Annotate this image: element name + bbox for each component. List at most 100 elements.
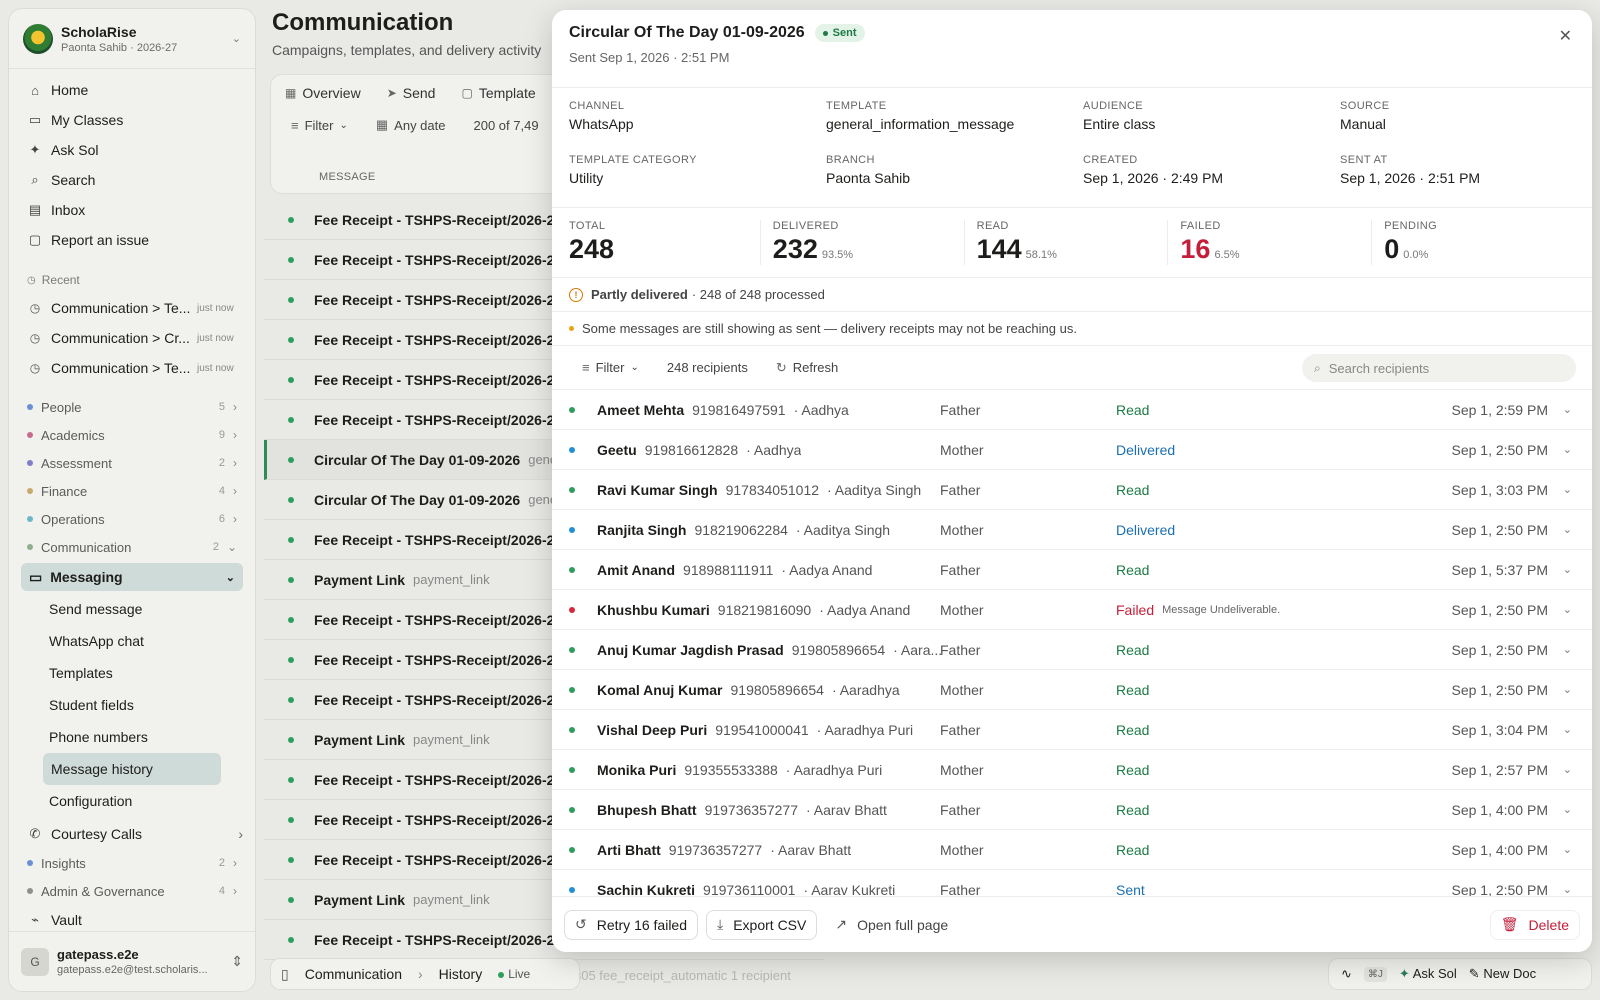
chevron-down-icon[interactable]: ⌄: [1563, 883, 1572, 896]
delivery-status-label: Read: [1116, 641, 1150, 658]
nav-group-assessment[interactable]: Assessment 2 ›: [21, 449, 243, 477]
ask-sol-button[interactable]: ✦ Ask Sol: [1399, 966, 1457, 982]
recipient-row[interactable]: Arti Bhatt 919736357277 · Aarav Bhatt Mothe…: [552, 830, 1592, 870]
chevron-down-icon[interactable]: ⌄: [1563, 643, 1572, 656]
chevron-down-icon[interactable]: ⌄: [1563, 443, 1572, 456]
workspace-switcher[interactable]: ScholaRise Paonta Sahib · 2026-27 ⌄: [9, 9, 255, 69]
messaging-label: Messaging: [50, 569, 123, 585]
chevron-down-icon[interactable]: ⌄: [1563, 603, 1572, 616]
chevron-down-icon[interactable]: ⌄: [1563, 763, 1572, 776]
message-name: Fee Receipt - TSHPS-Receipt/2026-27: [314, 331, 563, 348]
nav-search[interactable]: ⌕ Search: [21, 165, 243, 195]
recipient-phone: 918219062284: [694, 521, 788, 538]
activity-icon[interactable]: ∿: [1341, 966, 1352, 982]
delivery-status-label: Read: [1116, 401, 1150, 418]
recipient-phone: 919805896654: [730, 681, 824, 698]
message-name: Fee Receipt - TSHPS-Receipt/2026-27: [314, 651, 563, 668]
recent-item[interactable]: ◷ Communication > Te... just now: [21, 353, 243, 383]
nav-group-operations[interactable]: Operations 6 ›: [21, 505, 243, 533]
recipient-name: Khushbu Kumari: [597, 601, 710, 618]
recipient-row[interactable]: Komal Anuj Kumar 919805896654 · Aaradhya Mo…: [552, 670, 1592, 710]
nav-ask-sol-label: Ask Sol: [51, 142, 99, 158]
close-icon[interactable]: ✕: [1559, 26, 1572, 46]
nav-courtesy-calls[interactable]: ✆ Courtesy Calls ›: [21, 819, 243, 849]
recipient-row[interactable]: Geetu 919816612828 · Aadhya Mother Delivered…: [552, 430, 1592, 470]
nav-my-classes[interactable]: ▭ My Classes: [21, 105, 243, 135]
tab-send[interactable]: ➤ Send: [387, 85, 436, 101]
chevron-down-icon[interactable]: ⌄: [1563, 523, 1572, 536]
stat-percent: 0.0%: [1403, 249, 1429, 261]
user-menu[interactable]: G gatepass.e2e gatepass.e2e@test.scholar…: [9, 931, 255, 991]
chevron-down-icon[interactable]: ⌄: [1563, 563, 1572, 576]
tab-overview[interactable]: ▦ Overview: [285, 85, 361, 101]
messaging-group[interactable]: ▭ Messaging ⌄: [21, 563, 243, 591]
recipient-row[interactable]: Anuj Kumar Jagdish Prasad 919805896654 · A…: [552, 630, 1592, 670]
export-csv-button[interactable]: ⤓ Export CSV: [706, 909, 818, 940]
recipient-row[interactable]: Bhupesh Bhatt 919736357277 · Aarav Bhatt Fa…: [552, 790, 1592, 830]
sidebar-item-configuration[interactable]: Configuration: [21, 785, 243, 817]
recipient-student: · Aadya Anand: [819, 601, 911, 618]
filter-button[interactable]: ≡ Filter ⌄: [291, 118, 348, 133]
recent-item[interactable]: ◷ Communication > Te... just now: [21, 293, 243, 323]
recipient-row[interactable]: Ranjita Singh 918219062284 · Aaditya Singh…: [552, 510, 1592, 550]
nav-group-academics[interactable]: Academics 9 ›: [21, 421, 243, 449]
nav-group-finance[interactable]: Finance 4 ›: [21, 477, 243, 505]
new-doc-button[interactable]: ✎ New Doc: [1469, 966, 1536, 982]
recipient-row[interactable]: Vishal Deep Puri 919541000041 · Aaradhya P…: [552, 710, 1592, 750]
sidebar-item-whatsapp-chat[interactable]: WhatsApp chat: [21, 625, 243, 657]
nav-home[interactable]: ⌂ Home: [21, 75, 243, 105]
nav-ask-sol[interactable]: ✦ Ask Sol: [21, 135, 243, 165]
sidebar-item-send-message[interactable]: Send message: [21, 593, 243, 625]
sent-timestamp: Sent Sep 1, 2026 · 2:51 PM: [569, 50, 730, 65]
recipient-search[interactable]: ⌕: [1302, 354, 1576, 382]
search-input[interactable]: [1328, 360, 1549, 376]
date-filter-label: Any date: [394, 117, 446, 133]
refresh-button[interactable]: ↻ Refresh: [776, 360, 838, 376]
recipient-row[interactable]: Monika Puri 919355533388 · Aaradhya Puri Mo…: [552, 750, 1592, 790]
stat-read: READ 144 58.1%: [965, 220, 1169, 265]
chevron-down-icon[interactable]: ⌄: [1563, 723, 1572, 736]
recipient-row[interactable]: Ravi Kumar Singh 917834051012 · Aaditya Si…: [552, 470, 1592, 510]
sidebar-item-phone-numbers[interactable]: Phone numbers: [21, 721, 243, 753]
recipient-row[interactable]: Khushbu Kumari 918219816090 · Aadya Anand M…: [552, 590, 1592, 630]
recipient-relation: Father: [940, 481, 981, 498]
chevron-down-icon[interactable]: ⌄: [1563, 483, 1572, 496]
recipient-row[interactable]: Amit Anand 918988111911 · Aadya Anand Fathe…: [552, 550, 1592, 590]
status-dot-icon: [288, 896, 294, 903]
open-full-page-button[interactable]: ↗ Open full page: [825, 909, 959, 940]
nav-group-communication[interactable]: Communication 2 ⌄: [21, 533, 243, 561]
recipient-row[interactable]: Ameet Mehta 919816497591 · Aadhya Father Rea…: [552, 390, 1592, 430]
recipient-time: Sep 1, 4:00 PM: [1451, 801, 1548, 818]
tab-template[interactable]: ▢ Template: [461, 85, 535, 101]
recent-item[interactable]: ◷ Communication > Cr... just now: [21, 323, 243, 353]
breadcrumb-history[interactable]: History: [439, 966, 483, 982]
sidebar-item-templates[interactable]: Templates: [21, 657, 243, 689]
nav-inbox[interactable]: ▤ Inbox: [21, 195, 243, 225]
chevron-down-icon[interactable]: ⌄: [1563, 683, 1572, 696]
sidebar-item-message-history[interactable]: Message history: [43, 753, 221, 785]
recipient-phone: 919355533388: [684, 761, 778, 778]
meta-channel: CHANNEL WhatsApp: [569, 100, 826, 150]
delivery-status-label: Read: [1116, 481, 1150, 498]
date-filter-button[interactable]: ▦ Any date: [376, 117, 446, 133]
nav-group-insights[interactable]: Insights 2 ›: [21, 849, 243, 877]
sidebar-item-student-fields[interactable]: Student fields: [21, 689, 243, 721]
chevron-down-icon[interactable]: ⌄: [1563, 843, 1572, 856]
chevron-right-icon: ›: [233, 400, 237, 414]
recipient-list: Ameet Mehta 919816497591 · Aadhya Father Rea…: [552, 390, 1592, 910]
nav-report-issue[interactable]: ▢ Report an issue: [21, 225, 243, 255]
retry-failed-button[interactable]: ↺ Retry 16 failed: [564, 909, 699, 940]
sidebar-toggle-icon[interactable]: ▯: [281, 966, 289, 983]
recipients-filter-button[interactable]: ≡ Filter ⌄: [582, 360, 639, 375]
recipient-time: Sep 1, 2:50 PM: [1451, 641, 1548, 658]
breadcrumb-communication[interactable]: Communication: [305, 966, 402, 982]
status-dot-icon: [288, 936, 294, 943]
delete-button[interactable]: 🗑 Delete: [1489, 909, 1580, 940]
status-dot-icon: [569, 806, 575, 813]
chevron-down-icon[interactable]: ⌄: [1563, 403, 1572, 416]
export-label: Export CSV: [733, 916, 807, 933]
nav-group-admin-governance[interactable]: Admin & Governance 4 ›: [21, 877, 243, 905]
nav-group-people[interactable]: People 5 ›: [21, 393, 243, 421]
stat-value-wrap: 144 58.1%: [977, 234, 1168, 265]
chevron-down-icon[interactable]: ⌄: [1563, 803, 1572, 816]
